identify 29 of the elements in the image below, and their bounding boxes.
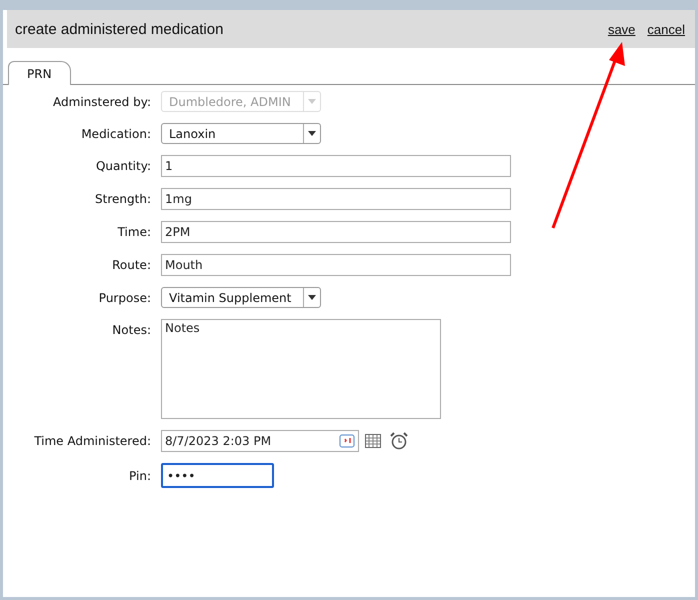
notes-field[interactable]: Notes [161, 319, 441, 419]
field-label: Adminstered by: [52, 94, 152, 108]
field-label: Medication: [80, 126, 152, 140]
header-link[interactable]: cancel [647, 22, 685, 36]
field-label: Notes: [111, 322, 152, 337]
field-label: Time Administered: [33, 434, 152, 448]
calendar-icon[interactable] [365, 434, 381, 448]
ticket-icon[interactable] [339, 433, 355, 449]
caret-icon [308, 131, 316, 136]
text-field[interactable]: Mouth [161, 254, 511, 276]
alarm-clock-icon[interactable] [390, 432, 408, 450]
field-label: Time: [116, 225, 152, 239]
caret-icon [308, 295, 316, 300]
text-field[interactable]: 2PM [161, 221, 511, 243]
window-title: create administered medication [15, 20, 224, 38]
pin-field[interactable]: •••• [161, 463, 274, 488]
text-field[interactable]: 1 [161, 155, 511, 177]
field-label: Route: [111, 258, 152, 272]
date-time-field[interactable]: 8/7/2023 2:03 PM [161, 430, 359, 452]
field-label: Purpose: [98, 290, 152, 304]
header-link[interactable]: save [608, 22, 636, 36]
text-field[interactable]: 1mg [161, 188, 511, 210]
field-label: Quantity: [94, 159, 152, 173]
caret-icon [308, 99, 316, 104]
field-label: Pin: [128, 468, 152, 482]
dropdown-field[interactable]: Lanoxin [161, 123, 321, 144]
field-label: Strength: [94, 192, 152, 206]
dropdown-field[interactable]: Vitamin Supplement [161, 287, 321, 308]
tab[interactable]: PRN [8, 61, 71, 85]
